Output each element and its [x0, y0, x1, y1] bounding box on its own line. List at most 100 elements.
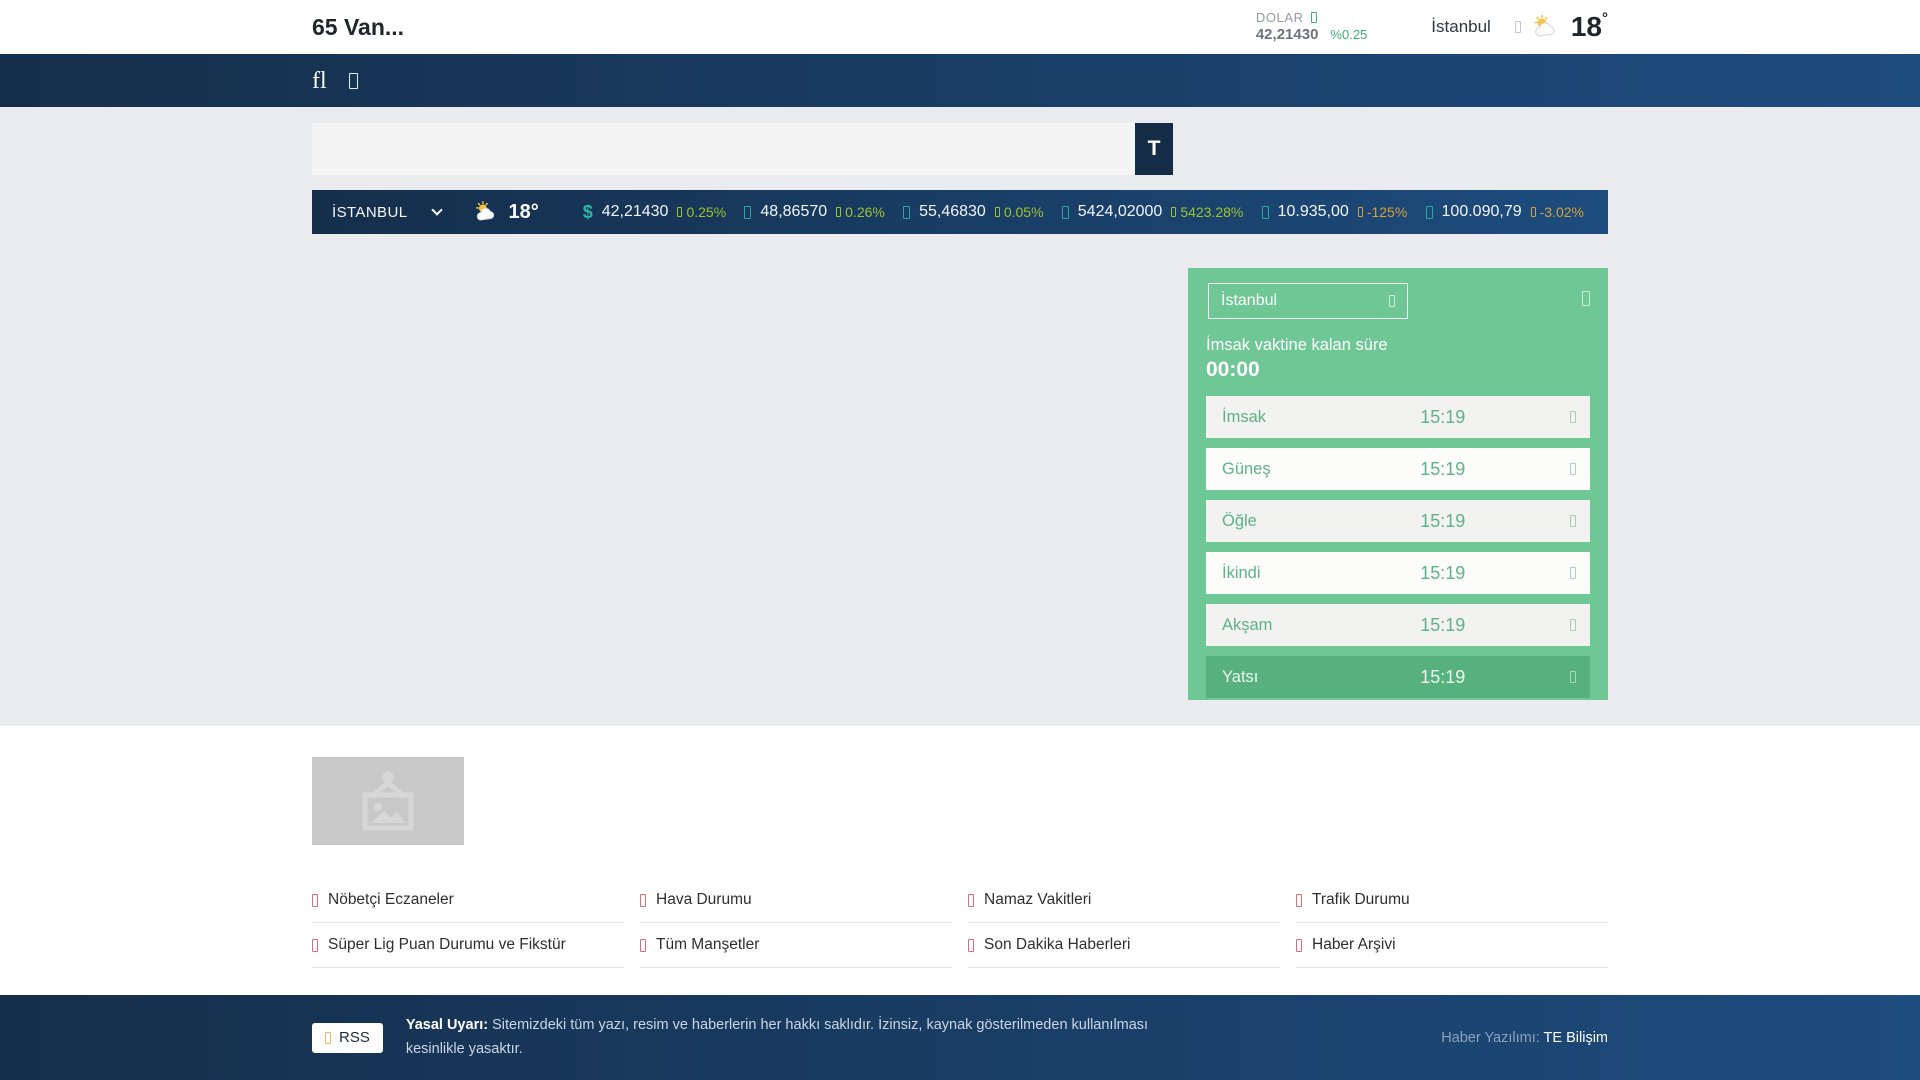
prayer-time: 15:19: [1420, 666, 1466, 687]
ticker-item-pound[interactable]: 55,46830 0.05%: [903, 202, 1044, 223]
dolar-label: DOLAR: [1255, 9, 1304, 25]
dolar-change: %0.25: [1330, 26, 1368, 42]
alarm-icon[interactable]: [1570, 567, 1576, 579]
menu-icon[interactable]: [348, 72, 358, 89]
image-placeholder-icon: [362, 771, 414, 831]
credit-link[interactable]: TE Bilişim: [1544, 1030, 1608, 1046]
change-up-icon: [994, 207, 1000, 217]
ticker-change: 5423.28%: [1180, 204, 1244, 220]
prayer-name: Öğle: [1222, 511, 1257, 530]
legal-notice: Yasal Uyarı: Sitemizdeki tüm yazı, resim…: [406, 1014, 1184, 1060]
gold-icon: [1061, 205, 1069, 219]
ticker-item-dollar[interactable]: $ 42,21430 0.25%: [583, 202, 726, 223]
alarm-icon[interactable]: [1570, 463, 1576, 475]
prayer-row-ikindi[interactable]: İkindi 15:19: [1206, 552, 1590, 594]
prayer-row-yatsi[interactable]: Yatsı 15:19: [1206, 656, 1590, 698]
search-icon[interactable]: fl: [312, 69, 327, 93]
ticker-value: 42,21430: [601, 203, 669, 220]
ticker-city-name: İSTANBUL: [332, 203, 408, 221]
ticker-weather: 18°: [473, 200, 539, 224]
main-navbar: fl: [0, 54, 1920, 107]
prayer-row-aksam[interactable]: Akşam 15:19: [1206, 604, 1590, 646]
prayer-name: Yatsı: [1222, 667, 1259, 686]
ticker-temperature: 18°: [508, 200, 539, 223]
prayer-name: İmsak: [1222, 407, 1267, 426]
pound-icon: [903, 205, 911, 219]
prayer-row-gunes[interactable]: Güneş 15:19: [1206, 448, 1590, 490]
ticker-section: İSTANBUL 18° $ 42,21430 0.25% 48,86570 0…: [0, 190, 1920, 234]
dolar-value: 42,21430: [1255, 25, 1319, 43]
credit-label: Haber Yazılımı:: [1441, 1029, 1544, 1046]
alarm-icon[interactable]: [1570, 671, 1576, 683]
sun-cloud-icon: [476, 201, 495, 221]
legal-footer: RSS Yasal Uyarı: Sitemizdeki tüm yazı, r…: [0, 995, 1920, 1080]
prayer-time: 15:19: [1420, 510, 1466, 531]
rss-icon: [325, 1031, 331, 1044]
ticker-item-bitcoin[interactable]: 100.090,79 -3.02%: [1425, 202, 1584, 223]
prayer-row-ogle[interactable]: Öğle 15:19: [1206, 500, 1590, 542]
countdown-label: İmsak vaktine kalan süre: [1206, 336, 1388, 354]
prayer-time: 15:19: [1420, 614, 1466, 635]
angle-right-icon: [312, 938, 318, 952]
alarm-icon[interactable]: [1570, 619, 1576, 631]
main-content: İstanbul İmsak vaktine kalan süre 00:00 …: [0, 234, 1920, 726]
location-icon: [1514, 21, 1521, 33]
ticker-value: 10.935,00: [1277, 203, 1349, 220]
header-temperature: 18°: [1570, 10, 1608, 42]
ticker-change: -125%: [1366, 204, 1408, 220]
angle-right-icon: [1296, 893, 1302, 907]
search-submit-button[interactable]: T: [1135, 123, 1173, 175]
ticker-change: 0.26%: [845, 204, 885, 220]
prayer-name: Güneş: [1222, 459, 1271, 478]
prayer-time: 15:19: [1420, 458, 1466, 479]
dolar-rate-widget[interactable]: DOLAR 42,21430 %0.25: [1256, 10, 1367, 45]
angle-right-icon: [640, 938, 646, 952]
prayer-name: Akşam: [1222, 615, 1273, 634]
chart-icon: [1261, 205, 1269, 219]
software-credit: Haber Yazılımı: TE Bilişim: [1441, 1030, 1608, 1046]
ticker-value: 5424,02000: [1077, 203, 1163, 220]
angle-right-icon: [312, 893, 318, 907]
prayer-times-widget: İstanbul İmsak vaktine kalan süre 00:00 …: [1188, 268, 1608, 700]
site-title[interactable]: 65 Van...: [312, 14, 404, 41]
footer-link-namaz-vakitleri[interactable]: Namaz Vakitleri: [968, 891, 1280, 923]
sun-cloud-icon: [1534, 15, 1555, 37]
legal-notice-label: Yasal Uyarı:: [405, 1017, 489, 1034]
change-down-icon: [1530, 207, 1536, 217]
change-up-icon: [1171, 207, 1177, 217]
footer-link-son-dakika[interactable]: Son Dakika Haberleri: [968, 936, 1280, 968]
prayer-row-imsak[interactable]: İmsak 15:19: [1206, 396, 1590, 438]
logo-image-placeholder: [312, 757, 464, 845]
rss-button[interactable]: RSS: [312, 1022, 383, 1053]
ticker-city-select[interactable]: İSTANBUL: [332, 203, 444, 221]
location-pin-icon[interactable]: [1582, 291, 1590, 306]
ticker-item-gold[interactable]: 5424,02000 5423.28%: [1061, 202, 1244, 223]
bitcoin-icon: [1425, 205, 1433, 219]
footer-link-trafik-durumu[interactable]: Trafik Durumu: [1296, 891, 1608, 923]
ticker-value: 55,46830: [919, 203, 986, 220]
footer-link-tum-mansetler[interactable]: Tüm Manşetler: [640, 936, 952, 968]
prayer-name: İkindi: [1222, 563, 1261, 582]
prayer-time: 15:19: [1420, 406, 1466, 427]
countdown-value: 00:00: [1206, 358, 1260, 381]
ticker-bar: İSTANBUL 18° $ 42,21430 0.25% 48,86570 0…: [312, 190, 1608, 234]
ticker-change: 0.25%: [686, 204, 727, 220]
weather-city: İstanbul: [1431, 17, 1491, 36]
search-section: T: [0, 107, 1920, 190]
ticker-value: 100.090,79: [1441, 203, 1522, 220]
footer-link-haber-arsivi[interactable]: Haber Arşivi: [1296, 936, 1608, 968]
ticker-change: 0.05%: [1003, 204, 1044, 220]
header-weather-widget[interactable]: İstanbul 18°: [1431, 10, 1608, 42]
change-up-icon: [836, 207, 842, 217]
ticker-item-euro[interactable]: 48,86570 0.26%: [744, 202, 885, 223]
alarm-icon[interactable]: [1570, 411, 1576, 423]
change-up-icon: [677, 207, 683, 217]
prayer-city-select[interactable]: İstanbul: [1208, 283, 1408, 319]
footer-link-hava-durumu[interactable]: Hava Durumu: [640, 891, 952, 923]
chevron-down-icon: [431, 203, 444, 216]
footer-link-super-lig[interactable]: Süper Lig Puan Durumu ve Fikstür: [312, 936, 624, 968]
ticker-item-bist[interactable]: 10.935,00 -125%: [1261, 202, 1408, 223]
alarm-icon[interactable]: [1570, 515, 1576, 527]
footer-link-nobetci-eczaneler[interactable]: Nöbetçi Eczaneler: [312, 891, 624, 923]
search-input[interactable]: [312, 123, 1135, 175]
